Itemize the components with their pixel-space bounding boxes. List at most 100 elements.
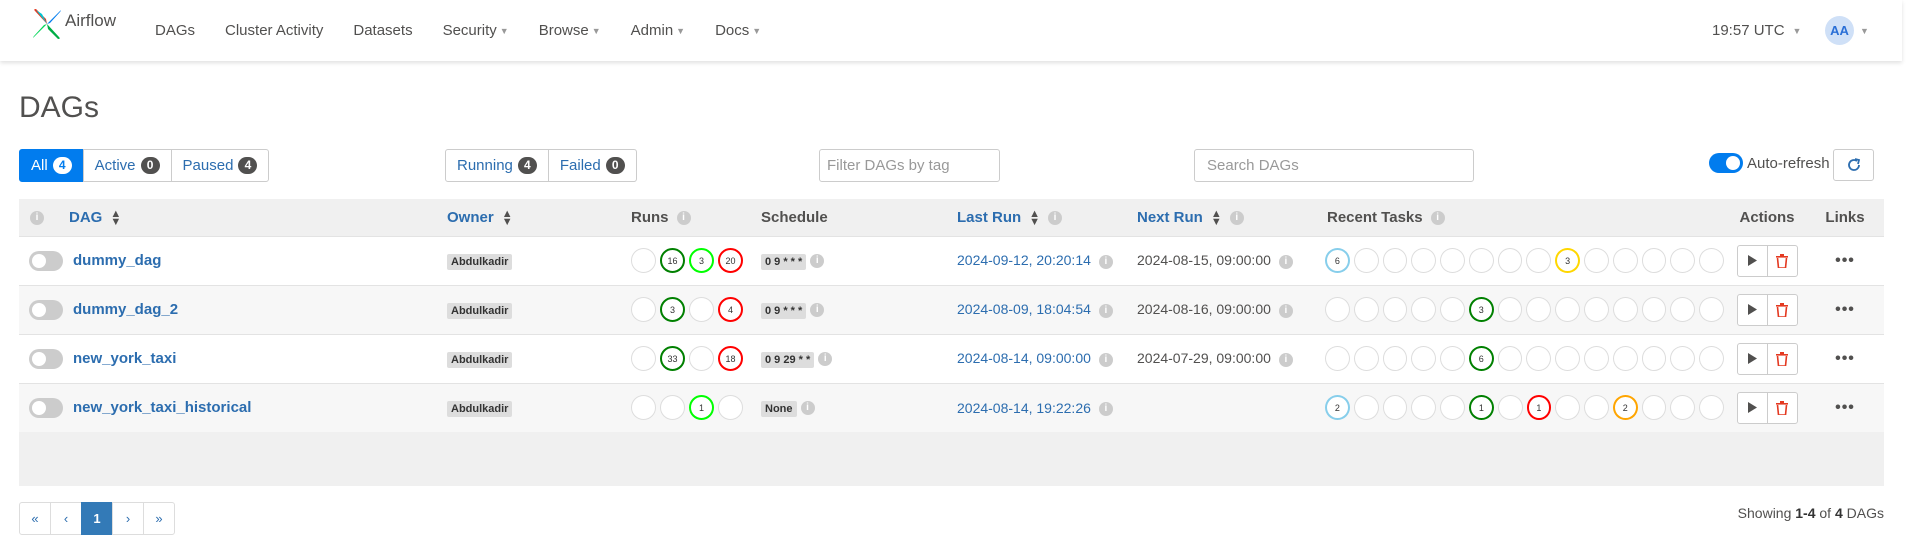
task-status-circle[interactable] — [1670, 297, 1696, 322]
auto-refresh-toggle[interactable]: Auto-refresh — [1709, 153, 1830, 173]
nav-item-browse[interactable]: Browse ▼ — [539, 22, 601, 39]
task-status-circle[interactable]: 1 — [1526, 395, 1552, 421]
header-next-run[interactable]: Next Run ▲ ▼ i — [1137, 199, 1318, 236]
task-status-circle[interactable] — [1411, 248, 1437, 273]
info-icon[interactable]: i — [1098, 254, 1113, 269]
run-status-circle[interactable] — [689, 297, 714, 322]
run-status-circle[interactable] — [631, 346, 656, 371]
last-run-link[interactable]: 2024-08-14, 19:22:26 — [957, 400, 1091, 416]
next-page-button[interactable]: › — [112, 502, 144, 535]
owner-tag[interactable]: Abdulkadir — [447, 253, 513, 270]
task-status-circle[interactable] — [1497, 346, 1523, 371]
page-1-button[interactable]: 1 — [81, 502, 113, 535]
task-status-circle[interactable] — [1641, 346, 1667, 371]
task-status-circle[interactable] — [1468, 248, 1494, 273]
task-status-circle[interactable] — [1353, 395, 1379, 421]
schedule-tag[interactable]: 0 9 * * * — [761, 302, 807, 319]
filter-running-button[interactable]: Running 4 — [445, 149, 549, 182]
task-status-circle[interactable] — [1411, 297, 1437, 322]
run-status-circle[interactable] — [718, 395, 743, 421]
info-icon[interactable]: i — [1048, 210, 1063, 225]
task-status-circle[interactable] — [1612, 346, 1638, 371]
task-status-circle[interactable] — [1497, 248, 1523, 273]
task-status-circle[interactable] — [1641, 297, 1667, 322]
task-status-circle[interactable] — [1353, 297, 1379, 322]
info-icon[interactable]: i — [810, 253, 825, 268]
task-status-circle[interactable] — [1670, 346, 1696, 371]
nav-item-datasets[interactable]: Datasets — [353, 22, 412, 39]
task-status-circle[interactable] — [1497, 297, 1523, 322]
task-status-circle[interactable] — [1325, 346, 1350, 371]
task-status-circle[interactable] — [1497, 395, 1523, 421]
task-status-circle[interactable] — [1555, 297, 1581, 322]
info-icon[interactable]: i — [676, 210, 691, 225]
run-status-circle[interactable] — [660, 395, 685, 421]
info-icon[interactable]: i — [1430, 210, 1445, 225]
utc-clock-dropdown[interactable]: 19:57 UTC ▼ — [1712, 22, 1801, 39]
task-status-circle[interactable] — [1641, 248, 1667, 273]
info-icon[interactable]: i — [1098, 303, 1113, 318]
task-status-circle[interactable] — [1440, 248, 1465, 273]
search-dags-input[interactable] — [1194, 149, 1474, 182]
schedule-tag[interactable]: None — [761, 400, 797, 417]
task-status-circle[interactable] — [1612, 248, 1638, 273]
task-status-circle[interactable] — [1584, 395, 1609, 421]
task-status-circle[interactable] — [1440, 297, 1465, 322]
task-status-circle[interactable] — [1670, 395, 1696, 421]
brand-home-link[interactable]: Airflow — [32, 8, 116, 40]
task-status-circle[interactable] — [1670, 248, 1696, 273]
task-status-circle[interactable] — [1641, 395, 1667, 421]
info-icon[interactable]: i — [1229, 210, 1244, 225]
run-status-circle[interactable]: 33 — [660, 346, 685, 371]
run-status-circle[interactable]: 3 — [689, 248, 714, 273]
dag-id-link[interactable]: dummy_dag — [73, 252, 161, 269]
task-status-circle[interactable]: 3 — [1468, 297, 1494, 322]
last-run-link[interactable]: 2024-08-09, 18:04:54 — [957, 301, 1091, 317]
info-icon[interactable]: i — [818, 351, 833, 366]
trigger-dag-button[interactable] — [1736, 244, 1768, 277]
auto-refresh-switch[interactable] — [1709, 153, 1743, 173]
task-status-circle[interactable]: 6 — [1325, 248, 1350, 273]
info-icon[interactable]: i — [810, 302, 825, 317]
run-status-circle[interactable] — [631, 297, 656, 322]
task-status-circle[interactable] — [1584, 346, 1609, 371]
info-icon[interactable]: i — [1278, 254, 1293, 269]
last-run-link[interactable]: 2024-09-12, 20:20:14 — [957, 252, 1091, 268]
nav-item-admin[interactable]: Admin ▼ — [631, 22, 685, 39]
dag-id-link[interactable]: new_york_taxi — [73, 350, 176, 367]
info-icon[interactable]: i — [1098, 401, 1113, 416]
more-links-icon[interactable]: ••• — [1835, 301, 1855, 318]
tag-filter-input[interactable] — [819, 149, 1000, 182]
task-status-circle[interactable] — [1382, 248, 1408, 273]
trigger-dag-button[interactable] — [1736, 342, 1768, 375]
task-status-circle[interactable]: 6 — [1468, 346, 1494, 371]
delete-dag-button[interactable] — [1766, 244, 1798, 277]
header-last-run[interactable]: Last Run ▲ ▼ i — [957, 199, 1137, 236]
owner-tag[interactable]: Abdulkadir — [447, 400, 513, 417]
info-icon[interactable]: i — [1098, 352, 1113, 367]
task-status-circle[interactable] — [1612, 297, 1638, 322]
more-links-icon[interactable]: ••• — [1835, 399, 1855, 416]
header-dag[interactable]: DAG ▲ ▼ — [69, 199, 447, 236]
more-links-icon[interactable]: ••• — [1835, 252, 1855, 269]
pause-toggle-switch[interactable] — [29, 397, 63, 418]
nav-item-cluster-activity[interactable]: Cluster Activity — [225, 22, 323, 39]
pause-toggle-switch[interactable] — [29, 250, 63, 271]
last-run-link[interactable]: 2024-08-14, 09:00:00 — [957, 350, 1091, 366]
task-status-circle[interactable]: 3 — [1555, 248, 1581, 273]
owner-tag[interactable]: Abdulkadir — [447, 302, 513, 319]
task-status-circle[interactable] — [1440, 395, 1465, 421]
delete-dag-button[interactable] — [1766, 342, 1798, 375]
filter-paused-button[interactable]: Paused 4 — [170, 149, 270, 182]
nav-item-security[interactable]: Security ▼ — [443, 22, 509, 39]
task-status-circle[interactable] — [1440, 346, 1465, 371]
task-status-circle[interactable] — [1325, 297, 1350, 322]
task-status-circle[interactable]: 1 — [1468, 395, 1494, 421]
trigger-dag-button[interactable] — [1736, 391, 1768, 424]
owner-tag[interactable]: Abdulkadir — [447, 351, 513, 368]
run-status-circle[interactable] — [631, 395, 656, 421]
task-status-circle[interactable] — [1382, 395, 1408, 421]
pause-toggle-switch[interactable] — [29, 348, 63, 369]
task-status-circle[interactable] — [1526, 248, 1552, 273]
last-page-button[interactable]: » — [143, 502, 175, 535]
